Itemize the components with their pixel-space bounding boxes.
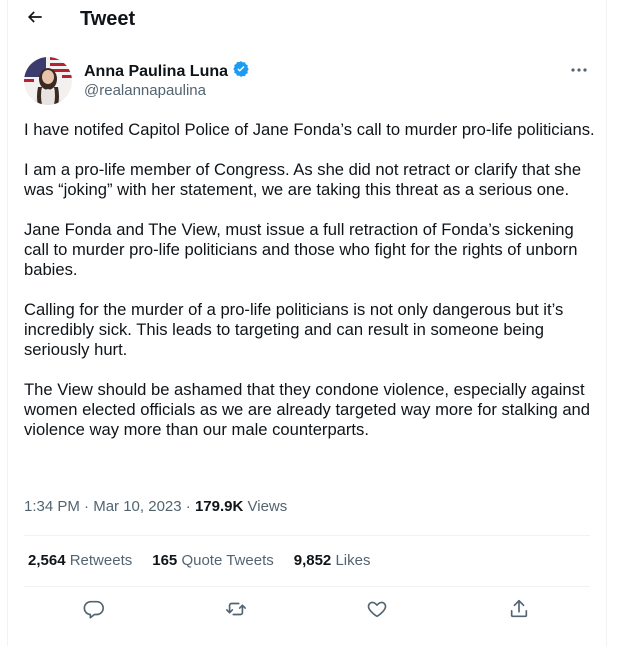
tweet-text: I have notifed Capitol Police of Jane Fo… [24, 120, 596, 460]
retweet-icon [225, 598, 247, 625]
likes-label: Likes [335, 552, 371, 569]
more-button[interactable] [568, 60, 590, 78]
action-bar [8, 596, 606, 626]
retweets-stat[interactable]: 2,564 Retweets [28, 552, 132, 569]
divider [24, 535, 590, 536]
views-label: Views [247, 498, 288, 515]
tweet-page: Tweet Anna Paulina Luna @realannapaulina [7, 0, 607, 646]
back-button[interactable] [22, 6, 48, 32]
tweet-paragraph: I am a pro-life member of Congress. As s… [24, 160, 582, 199]
likes-count: 9,852 [293, 552, 332, 569]
share-button[interactable] [504, 596, 534, 626]
share-icon [508, 598, 530, 625]
header: Tweet [8, 0, 606, 38]
tweet-paragraph: Calling for the murder of a pro-life pol… [24, 300, 564, 359]
verified-badge-icon [232, 60, 250, 83]
divider [24, 586, 590, 587]
more-icon [570, 60, 588, 78]
author-name-row[interactable]: Anna Paulina Luna [84, 60, 250, 83]
meta-separator: · [84, 498, 90, 515]
avatar[interactable] [24, 57, 72, 105]
quote-tweets-stat[interactable]: 165 Quote Tweets [152, 552, 273, 569]
author-display-name[interactable]: Anna Paulina Luna [84, 63, 228, 81]
retweets-label: Retweets [69, 552, 133, 569]
tweet-paragraph: Jane Fonda and The View, must issue a fu… [24, 220, 578, 279]
tweet-date[interactable]: Mar 10, 2023 [93, 498, 181, 515]
retweet-button[interactable] [221, 596, 251, 626]
like-button[interactable] [362, 596, 392, 626]
like-icon [366, 598, 388, 625]
tweet-time[interactable]: 1:34 PM [24, 498, 80, 515]
likes-stat[interactable]: 9,852 Likes [294, 552, 371, 569]
tweet-paragraph: I have notifed Capitol Police of Jane Fo… [24, 120, 595, 139]
tweet-stats: 2,564 Retweets 165 Quote Tweets 9,852 Li… [28, 552, 370, 569]
retweets-count: 2,564 [28, 552, 66, 569]
views-count: 179.9K [194, 498, 244, 515]
quote-tweets-label: Quote Tweets [181, 552, 274, 569]
tweet-paragraph: The View should be ashamed that they con… [24, 380, 591, 439]
author-handle[interactable]: @realannapaulina [84, 82, 206, 99]
tweet-meta: 1:34 PM · Mar 10, 2023 · 179.9K Views [24, 498, 287, 515]
reply-button[interactable] [79, 596, 109, 626]
back-arrow-icon [25, 7, 45, 32]
meta-separator: · [185, 498, 191, 515]
quote-tweets-count: 165 [152, 552, 178, 569]
page-title: Tweet [80, 8, 136, 30]
reply-icon [83, 598, 105, 625]
